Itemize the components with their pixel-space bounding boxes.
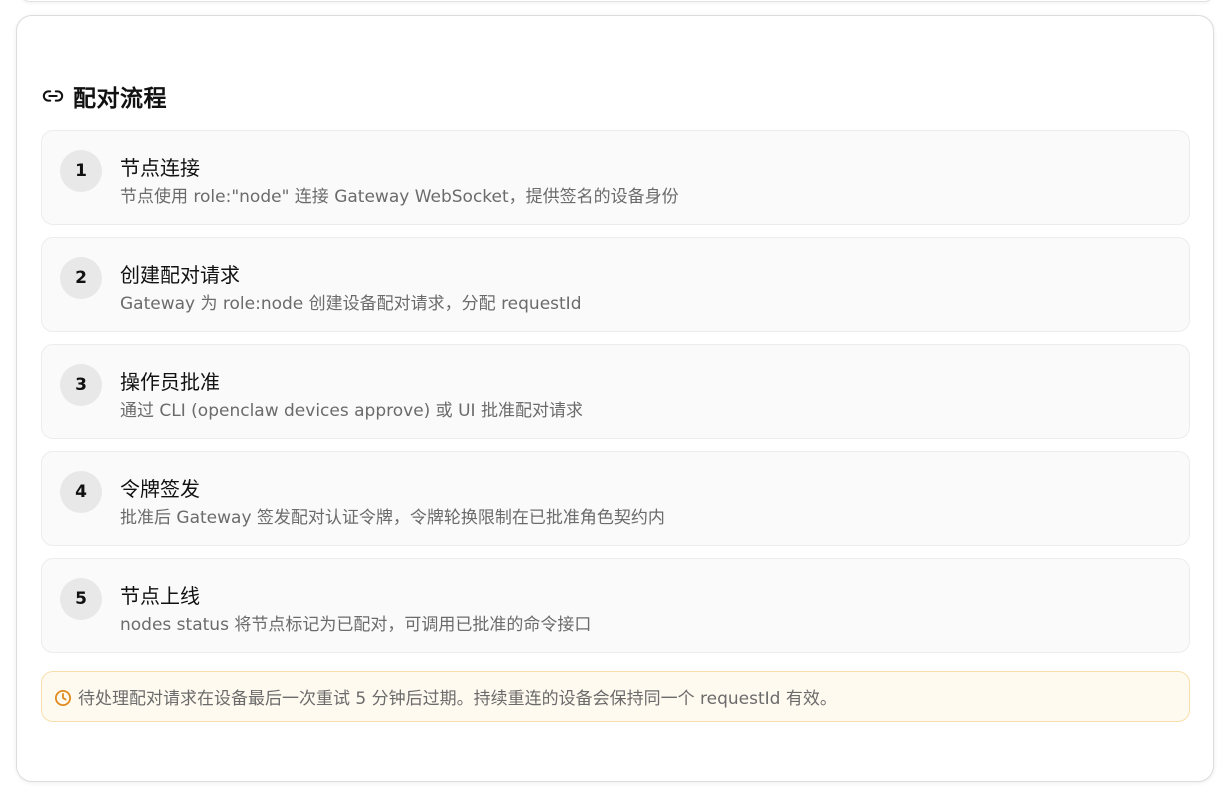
expiry-notice: 待处理配对请求在设备最后一次重试 5 分钟后过期。持续重连的设备会保持同一个 r… (41, 671, 1190, 722)
step-item: 4 令牌签发 批准后 Gateway 签发配对认证令牌，令牌轮换限制在已批准角色… (41, 451, 1190, 546)
step-description: Gateway 为 role:node 创建设备配对请求，分配 requestI… (120, 294, 582, 314)
step-description: 批准后 Gateway 签发配对认证令牌，令牌轮换限制在已批准角色契约内 (120, 508, 665, 528)
step-description: 通过 CLI (openclaw devices approve) 或 UI 批… (120, 401, 583, 421)
link-icon (42, 85, 64, 107)
notice-text: 待处理配对请求在设备最后一次重试 5 分钟后过期。持续重连的设备会保持同一个 r… (78, 689, 837, 709)
step-description: nodes status 将节点标记为已配对，可调用已批准的命令接口 (120, 615, 592, 635)
step-title: 节点连接 (120, 156, 200, 180)
step-title: 操作员批准 (120, 370, 220, 394)
step-number-badge: 3 (60, 364, 102, 406)
step-number-badge: 5 (60, 578, 102, 620)
previous-card-edge (22, 0, 1212, 2)
step-number-badge: 2 (60, 257, 102, 299)
step-item: 5 节点上线 nodes status 将节点标记为已配对，可调用已批准的命令接… (41, 558, 1190, 653)
step-title: 令牌签发 (120, 477, 200, 501)
step-item: 1 节点连接 节点使用 role:"node" 连接 Gateway WebSo… (41, 130, 1190, 225)
step-item: 3 操作员批准 通过 CLI (openclaw devices approve… (41, 344, 1190, 439)
pairing-flow-card: 配对流程 1 节点连接 节点使用 role:"node" 连接 Gateway … (16, 15, 1214, 782)
step-number-badge: 1 (60, 150, 102, 192)
step-title: 节点上线 (120, 584, 200, 608)
clock-icon (54, 689, 72, 707)
step-item: 2 创建配对请求 Gateway 为 role:node 创建设备配对请求，分配… (41, 237, 1190, 332)
step-description: 节点使用 role:"node" 连接 Gateway WebSocket，提供… (120, 187, 679, 207)
step-number-badge: 4 (60, 471, 102, 513)
step-title: 创建配对请求 (120, 263, 240, 287)
section-header: 配对流程 (42, 79, 167, 113)
section-title: 配对流程 (73, 86, 167, 112)
steps-list: 1 节点连接 节点使用 role:"node" 连接 Gateway WebSo… (41, 130, 1190, 665)
